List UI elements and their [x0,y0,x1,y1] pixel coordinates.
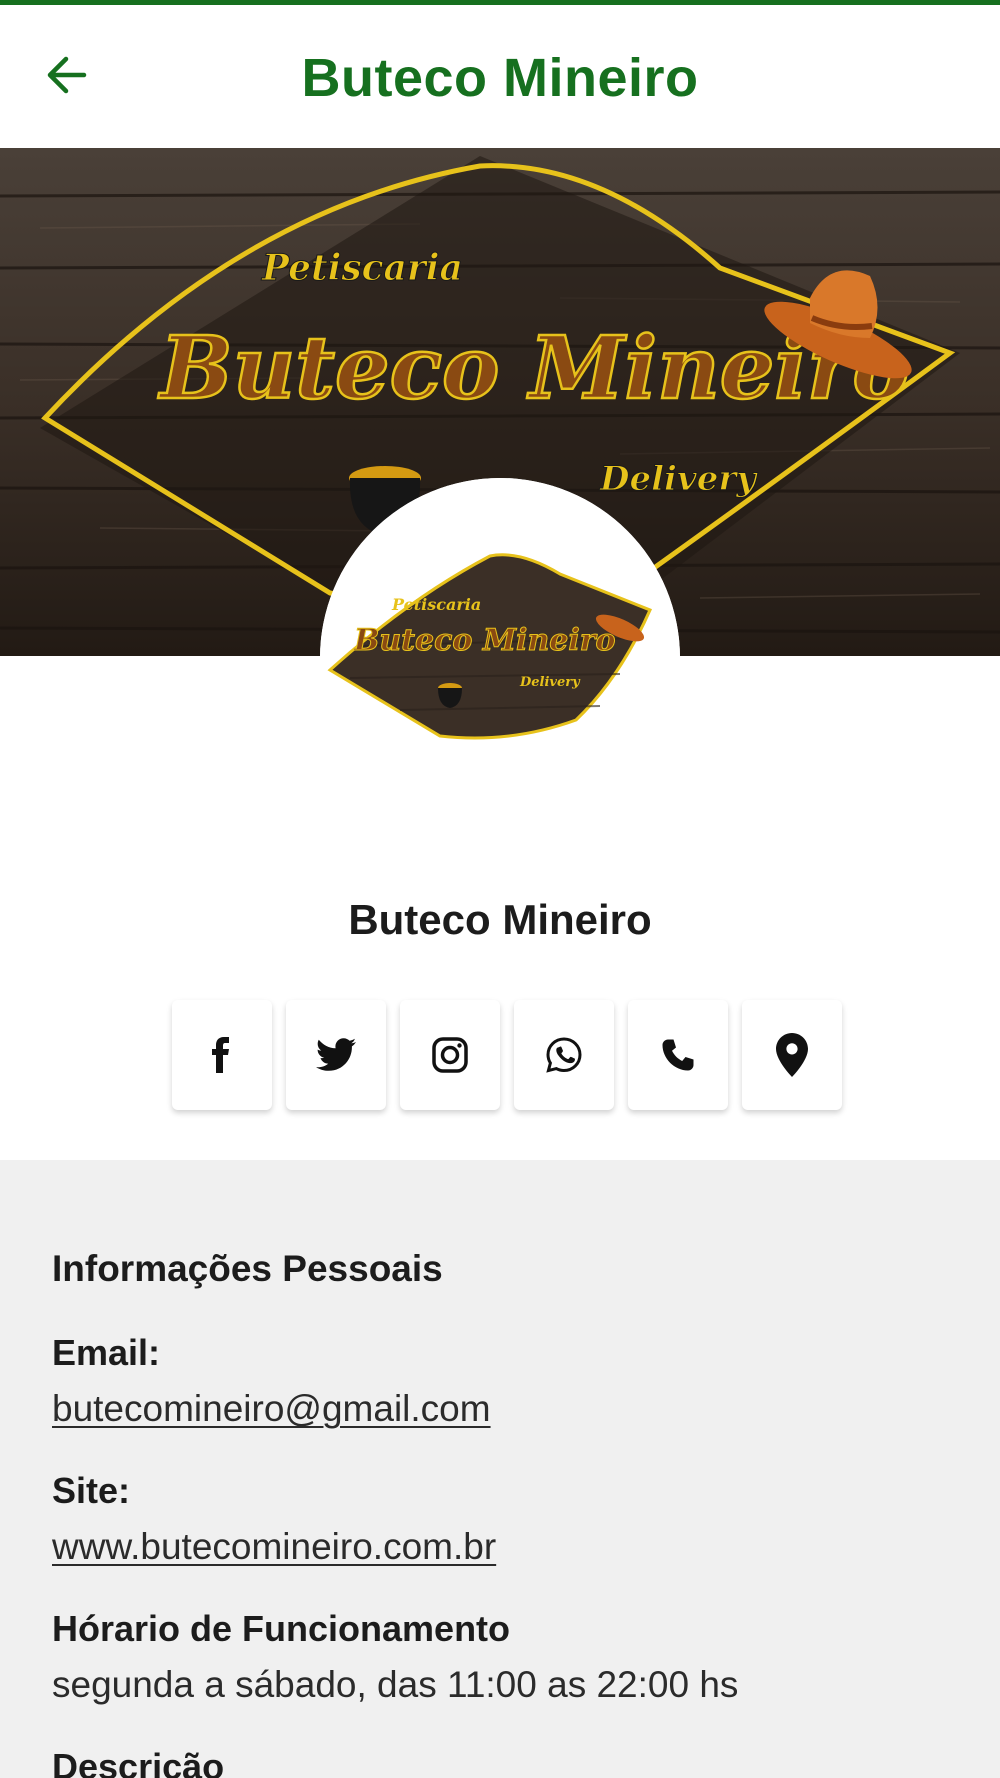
twitter-button[interactable] [286,1000,386,1110]
phone-button[interactable] [628,1000,728,1110]
cover-logo-tagline: Petiscaria [261,247,463,289]
cover-logo-subtitle: Delivery [599,459,758,499]
site-link[interactable]: www.butecomineiro.com.br [52,1526,496,1568]
location-button[interactable] [742,1000,842,1110]
email-link[interactable]: butecomineiro@gmail.com [52,1388,491,1430]
facebook-button[interactable] [172,1000,272,1110]
description-label: Descrição [52,1746,225,1778]
profile-name: Buteco Mineiro [348,896,652,943]
personal-info-section: Informações Pessoais Email: butecomineir… [0,1160,1000,1778]
email-label: Email: [52,1332,161,1373]
facebook-icon [212,1037,229,1073]
phone-icon [662,1039,694,1071]
avatar-logo-subtitle: Delivery [519,675,581,690]
social-links-row [172,1000,842,1110]
page-title: Buteco Mineiro [301,48,699,108]
avatar-logo-tagline: Petiscaria [391,595,481,614]
app-bar: Buteco Mineiro [0,5,1000,148]
avatar-logo-name: Buteco Mineiro [353,623,616,658]
section-heading: Informações Pessoais [52,1248,443,1289]
profile-avatar: Petiscaria Buteco Mineiro Delivery [320,478,680,838]
hours-value: segunda a sábado, das 11:00 as 22:00 hs [52,1664,739,1705]
site-label: Site: [52,1470,131,1511]
map-pin-icon [776,1033,808,1077]
twitter-icon [316,1038,356,1071]
instagram-icon [432,1037,468,1073]
whatsapp-button[interactable] [514,1000,614,1110]
whatsapp-icon [546,1037,582,1073]
instagram-button[interactable] [400,1000,500,1110]
hours-label: Hórario de Funcionamento [52,1608,511,1649]
